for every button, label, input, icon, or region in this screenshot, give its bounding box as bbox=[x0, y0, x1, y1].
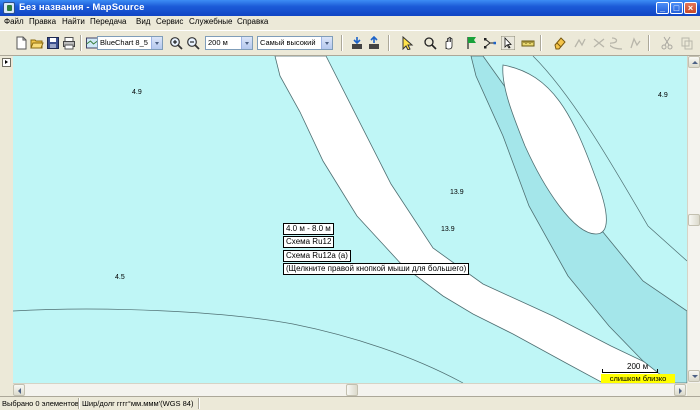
menu-find[interactable]: Найти bbox=[62, 17, 85, 26]
zoom-warning-badge: слишком близко bbox=[601, 374, 675, 383]
toolbar-separator bbox=[80, 35, 82, 51]
detail-level-dropdown[interactable]: Самый высокий bbox=[257, 36, 333, 50]
expand-panel-button[interactable] bbox=[2, 58, 11, 67]
close-button[interactable]: × bbox=[684, 2, 697, 14]
toolbar-separator bbox=[388, 35, 390, 51]
status-divider bbox=[198, 398, 200, 409]
scroll-down-button[interactable] bbox=[688, 370, 700, 382]
chevron-down-icon[interactable] bbox=[151, 37, 162, 49]
print-icon[interactable] bbox=[62, 36, 76, 50]
horizontal-scroll-thumb[interactable] bbox=[346, 384, 358, 396]
toolbar: BlueChart 8_5 200 м Самый высокий bbox=[0, 30, 700, 56]
chart-scheme-label: Схема Ru12 bbox=[283, 236, 335, 248]
right-click-hint-label: (Щелкните правой кнопкой мыши для больше… bbox=[283, 263, 470, 275]
receive-from-device-icon[interactable] bbox=[350, 36, 364, 50]
depth-range-label: 4.0 м - 8.0 м bbox=[283, 223, 334, 235]
depth-sounding: 4.5 bbox=[115, 274, 125, 281]
vertical-scroll-thumb[interactable] bbox=[688, 214, 700, 226]
scroll-corner bbox=[687, 383, 700, 396]
cut-icon[interactable] bbox=[660, 36, 674, 50]
window-title: Без названия - MapSource bbox=[19, 2, 145, 13]
toolbar-separator bbox=[648, 35, 650, 51]
coordinate-format-status: Шир/долг гггг°мм.ммм'(WGS 84) bbox=[82, 399, 194, 408]
depth-sounding: 4.9 bbox=[658, 92, 668, 99]
minimize-button[interactable]: _ bbox=[656, 2, 669, 14]
chart-scheme-label: Схема Ru12а (а) bbox=[283, 250, 351, 262]
zoom-tool-icon[interactable] bbox=[423, 36, 437, 50]
mapsource-window: Без названия - MapSource _ □ × Файл Прав… bbox=[0, 0, 700, 410]
toolbar-separator bbox=[540, 35, 542, 51]
scroll-right-button[interactable] bbox=[674, 384, 686, 396]
depth-sounding: 13.9 bbox=[450, 189, 464, 196]
measure-tool-icon[interactable] bbox=[521, 36, 535, 50]
map-side-panel bbox=[0, 56, 13, 383]
horizontal-scrollbar[interactable] bbox=[13, 383, 687, 396]
map-product-value: BlueChart 8_5 bbox=[100, 38, 148, 47]
send-to-device-icon[interactable] bbox=[367, 36, 381, 50]
zoom-scale-value: 200 м bbox=[208, 38, 228, 47]
map-product-dropdown[interactable]: BlueChart 8_5 bbox=[97, 36, 163, 50]
depth-sounding: 4.9 bbox=[132, 89, 142, 96]
pointer-icon[interactable] bbox=[501, 36, 515, 50]
depth-sounding: 13.9 bbox=[441, 226, 455, 233]
eraser-icon[interactable] bbox=[553, 36, 567, 50]
copy-disabled-icon bbox=[680, 36, 694, 50]
map-view[interactable]: 4.9 4.9 13.9 13.9 4.5 bbox=[13, 56, 687, 383]
vertical-scrollbar[interactable] bbox=[687, 56, 700, 383]
chevron-down-icon[interactable] bbox=[321, 37, 332, 49]
new-file-icon[interactable] bbox=[14, 36, 28, 50]
open-file-icon[interactable] bbox=[30, 36, 44, 50]
app-icon[interactable] bbox=[3, 2, 15, 14]
zoom-in-icon[interactable] bbox=[169, 36, 183, 50]
track-edit-disabled-icon bbox=[592, 36, 606, 50]
menu-view[interactable]: Вид bbox=[136, 17, 150, 26]
scroll-up-button[interactable] bbox=[688, 56, 700, 68]
menu-file[interactable]: Файл bbox=[4, 17, 24, 26]
menu-edit[interactable]: Правка bbox=[29, 17, 56, 26]
chevron-down-icon[interactable] bbox=[241, 37, 252, 49]
hand-pan-icon[interactable] bbox=[442, 36, 456, 50]
status-bar: Выбрано 0 элементов Шир/долг гггг°мм.ммм… bbox=[0, 396, 700, 410]
route-tool-icon[interactable] bbox=[483, 36, 497, 50]
track-disabled-icon bbox=[573, 36, 587, 50]
menu-help[interactable]: Справка bbox=[237, 17, 268, 26]
zoom-scale-dropdown[interactable]: 200 м bbox=[205, 36, 253, 50]
waypoint-edit-disabled-icon bbox=[628, 36, 642, 50]
menu-bar: Файл Правка Найти Передача Вид Сервис Сл… bbox=[0, 16, 700, 29]
detail-level-value: Самый высокий bbox=[260, 38, 316, 47]
menu-utilities[interactable]: Служебные bbox=[189, 17, 232, 26]
menu-service[interactable]: Сервис bbox=[156, 17, 183, 26]
title-bar[interactable]: Без названия - MapSource _ □ × bbox=[0, 0, 700, 16]
selection-status: Выбрано 0 элементов bbox=[2, 399, 79, 408]
scale-bar bbox=[602, 369, 658, 373]
toolbar-separator bbox=[341, 35, 343, 51]
map-select-icon[interactable] bbox=[400, 36, 414, 50]
maximize-button[interactable]: □ bbox=[670, 2, 683, 14]
save-icon[interactable] bbox=[46, 36, 60, 50]
scroll-left-button[interactable] bbox=[13, 384, 25, 396]
waypoint-flag-icon[interactable] bbox=[465, 36, 479, 50]
zoom-out-icon[interactable] bbox=[186, 36, 200, 50]
status-divider bbox=[78, 398, 80, 409]
menu-transfer[interactable]: Передача bbox=[90, 17, 126, 26]
route-edit-disabled-icon bbox=[610, 36, 624, 50]
